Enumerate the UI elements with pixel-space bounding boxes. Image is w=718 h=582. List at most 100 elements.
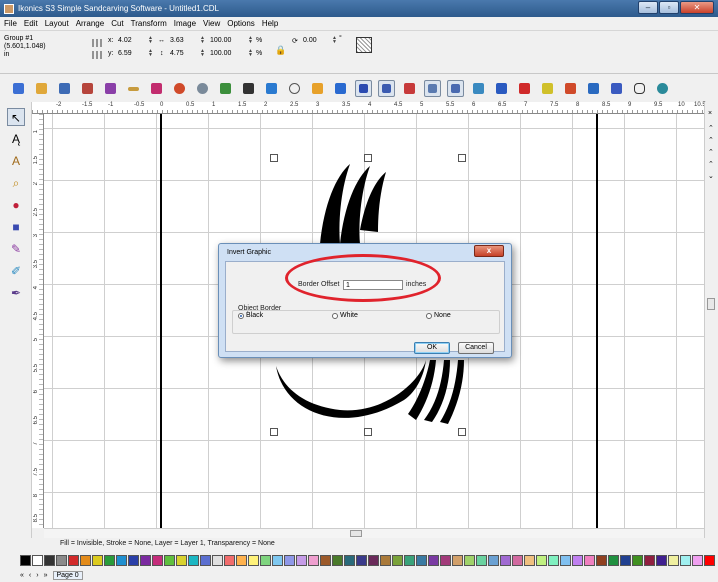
eraser-icon[interactable] [608, 80, 625, 97]
horizontal-scrollbar[interactable] [44, 528, 704, 538]
panel-close-icon[interactable]: × [708, 110, 712, 117]
selection-handle[interactable] [364, 154, 372, 162]
color-swatch[interactable] [584, 555, 595, 566]
menu-cut[interactable]: Cut [111, 19, 123, 28]
color-swatch[interactable] [704, 555, 715, 566]
hand-icon[interactable] [631, 80, 648, 97]
rotation-field[interactable]: 0.00 [303, 37, 317, 44]
menu-image[interactable]: Image [174, 19, 196, 28]
border-offset-input[interactable] [343, 280, 403, 290]
panel-item[interactable]: ⌃ [708, 124, 714, 132]
color-swatch[interactable] [20, 555, 31, 566]
color-swatch[interactable] [476, 555, 487, 566]
circle-icon[interactable] [286, 80, 303, 97]
text-tool-icon[interactable]: A [7, 152, 25, 170]
vertical-scrollbar-thumb[interactable] [707, 298, 715, 310]
color-swatch[interactable] [32, 555, 43, 566]
color-swatch[interactable] [128, 555, 139, 566]
fill-pattern-swatch[interactable] [356, 37, 372, 53]
stroke-icon[interactable] [332, 80, 349, 97]
color-swatch[interactable] [200, 555, 211, 566]
color-swatch[interactable] [44, 555, 55, 566]
import-icon[interactable] [102, 80, 119, 97]
color-swatch[interactable] [512, 555, 523, 566]
lock-ratio-icon[interactable]: 🔒 [275, 45, 286, 56]
menu-layout[interactable]: Layout [45, 19, 69, 28]
pattern-icon[interactable] [470, 80, 487, 97]
eyedropper-icon[interactable]: ✐ [7, 262, 25, 280]
color-swatch[interactable] [488, 555, 499, 566]
star-icon[interactable] [562, 80, 579, 97]
color-swatch[interactable] [620, 555, 631, 566]
color-swatch[interactable] [644, 555, 655, 566]
color-swatch[interactable] [116, 555, 127, 566]
panel-item[interactable]: ⌄ [708, 172, 714, 180]
color-swatch[interactable] [368, 555, 379, 566]
color-swatch[interactable] [404, 555, 415, 566]
color-swatch[interactable] [356, 555, 367, 566]
height-spinner[interactable]: ▲ ▼ [200, 49, 205, 58]
color-swatch[interactable] [152, 555, 163, 566]
select-tool-icon[interactable] [355, 79, 372, 97]
panel-item[interactable]: ⌃ [708, 148, 714, 156]
color-swatch[interactable] [632, 555, 643, 566]
radio-none[interactable]: None [426, 312, 451, 319]
color-swatch[interactable] [680, 555, 691, 566]
y-spinner[interactable]: ▲ ▼ [148, 49, 153, 58]
ok-button[interactable]: OK [414, 342, 450, 354]
undo-icon[interactable] [171, 80, 188, 97]
color-swatch[interactable] [440, 555, 451, 566]
move-icon[interactable] [240, 80, 257, 97]
node-arrow-icon[interactable]: Ą [7, 130, 25, 148]
color-swatch[interactable] [248, 555, 259, 566]
selection-handle[interactable] [364, 428, 372, 436]
first-page-button[interactable]: « [20, 572, 24, 579]
selection-handle[interactable] [458, 428, 466, 436]
page-tab[interactable]: Page 0 [52, 571, 83, 580]
zoom-icon[interactable] [654, 80, 671, 97]
fill-icon[interactable] [309, 80, 326, 97]
selection-handle[interactable] [270, 428, 278, 436]
color-swatch[interactable] [392, 555, 403, 566]
view-icon[interactable] [378, 79, 395, 97]
color-swatch[interactable] [188, 555, 199, 566]
radio-black[interactable]: Black [238, 312, 263, 319]
cancel-button[interactable]: Cancel [458, 342, 494, 354]
color-swatch[interactable] [596, 555, 607, 566]
next-page-button[interactable]: › [36, 572, 38, 579]
horizontal-scrollbar-thumb[interactable] [350, 530, 362, 537]
color-swatch[interactable] [464, 555, 475, 566]
menu-options[interactable]: Options [227, 19, 255, 28]
scale-y-spinner[interactable]: ▲ ▼ [248, 49, 253, 58]
menu-transform[interactable]: Transform [131, 19, 167, 28]
save-icon[interactable] [56, 80, 73, 97]
shapes-tool-icon[interactable]: ■ [7, 218, 25, 236]
color-swatch[interactable] [68, 555, 79, 566]
brush-icon[interactable] [585, 80, 602, 97]
new-doc-icon[interactable] [10, 80, 27, 97]
menu-edit[interactable]: Edit [24, 19, 38, 28]
color-swatch[interactable] [140, 555, 151, 566]
menu-file[interactable]: File [4, 19, 17, 28]
add-node-icon[interactable] [217, 80, 234, 97]
shape-edit-icon[interactable] [447, 79, 464, 97]
color-swatch[interactable] [176, 555, 187, 566]
grid-icon[interactable] [401, 80, 418, 97]
color-swatch[interactable] [500, 555, 511, 566]
color-swatch[interactable] [536, 555, 547, 566]
color-swatch[interactable] [212, 555, 223, 566]
color-swatch[interactable] [416, 555, 427, 566]
marker-icon[interactable] [539, 80, 556, 97]
color-swatch[interactable] [608, 555, 619, 566]
color-swatch[interactable] [560, 555, 571, 566]
anchor-grid-icon[interactable] [92, 51, 104, 59]
rotation-spinner[interactable]: ▲ ▼ [332, 36, 337, 45]
color-swatch[interactable] [260, 555, 271, 566]
width-field[interactable]: 3.63 [170, 37, 184, 44]
color-fill-icon[interactable]: ● [7, 196, 25, 214]
open-icon[interactable] [33, 80, 50, 97]
color-swatch[interactable] [452, 555, 463, 566]
cut-icon[interactable] [148, 80, 165, 97]
x-field[interactable]: 4.02 [118, 37, 132, 44]
radio-white[interactable]: White [332, 312, 358, 319]
